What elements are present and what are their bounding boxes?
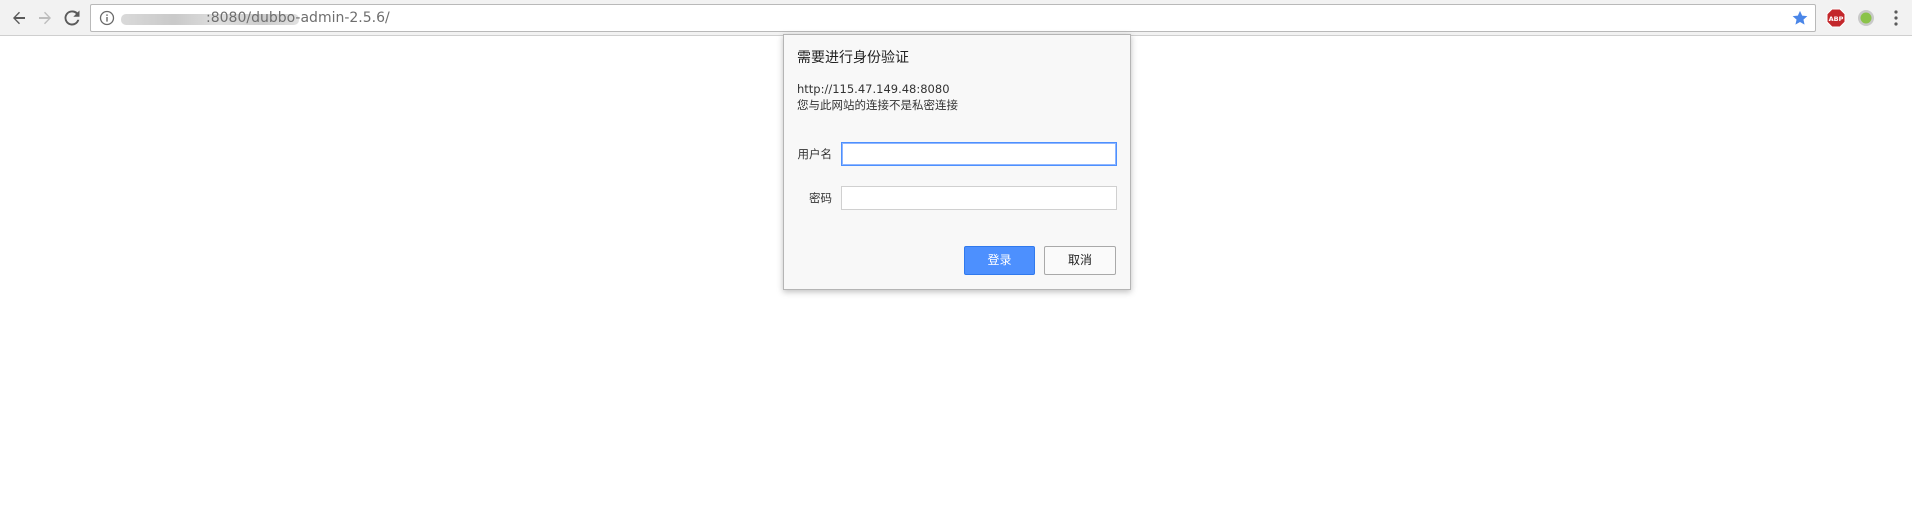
info-circle-icon[interactable] xyxy=(99,10,115,26)
green-circle-icon[interactable] xyxy=(1856,8,1876,28)
forward-button[interactable] xyxy=(32,5,58,31)
browser-toolbar: :8080/dubbo-admin-2.5.6/ ABP xyxy=(0,0,1912,36)
abp-icon[interactable]: ABP xyxy=(1826,8,1846,28)
login-button[interactable]: 登录 xyxy=(964,246,1035,275)
star-icon[interactable] xyxy=(1791,9,1809,27)
dialog-warning: 您与此网站的连接不是私密连接 xyxy=(797,98,958,112)
username-label: 用户名 xyxy=(797,147,833,161)
reload-button[interactable] xyxy=(59,5,85,31)
arrow-right-icon xyxy=(39,11,51,25)
svg-text:ABP: ABP xyxy=(1829,15,1844,23)
dialog-origin: http://115.47.149.48:8080 xyxy=(797,82,950,96)
three-dots-vertical-icon[interactable] xyxy=(1891,9,1901,27)
cancel-button[interactable]: 取消 xyxy=(1044,246,1116,275)
reload-icon xyxy=(64,10,80,26)
back-button[interactable] xyxy=(6,5,32,31)
url-text: :8080/dubbo-admin-2.5.6/ xyxy=(206,10,390,26)
username-input[interactable] xyxy=(841,142,1117,166)
dialog-title: 需要进行身份验证 xyxy=(797,50,909,66)
auth-dialog: 需要进行身份验证 http://115.47.149.48:8080 您与此网站… xyxy=(783,34,1131,290)
password-input[interactable] xyxy=(841,186,1117,210)
arrow-left-icon xyxy=(13,11,25,25)
password-label: 密码 xyxy=(809,191,832,205)
address-bar[interactable]: :8080/dubbo-admin-2.5.6/ xyxy=(90,4,1816,32)
